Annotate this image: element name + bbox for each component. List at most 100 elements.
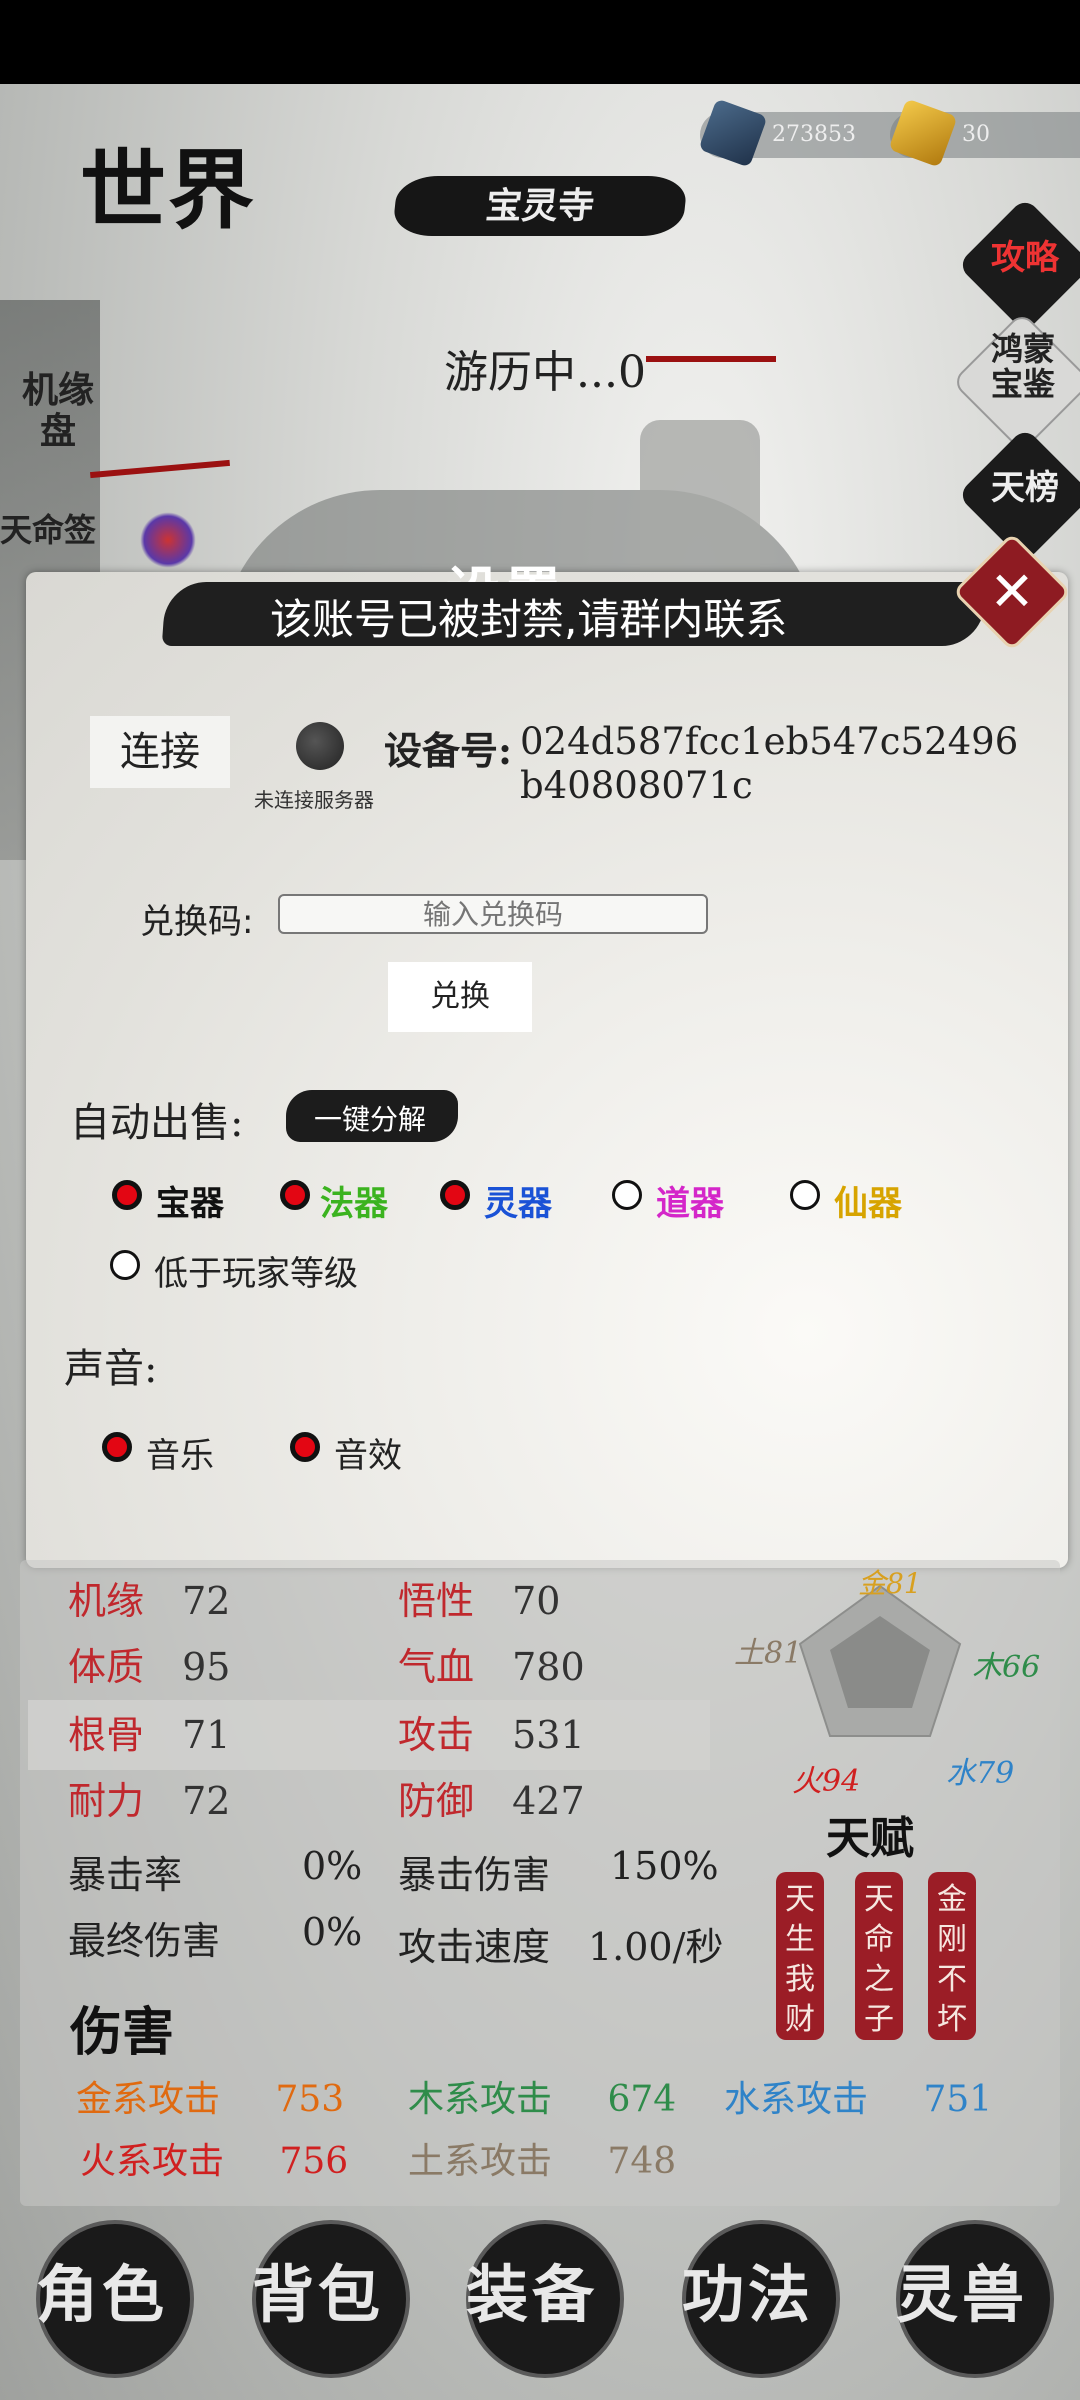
stat-value: 427 bbox=[512, 1779, 585, 1823]
connection-status-icon bbox=[296, 722, 344, 770]
connect-button[interactable]: 连接 bbox=[90, 716, 230, 788]
nav-equipment[interactable]: 装备 bbox=[450, 2220, 630, 2378]
elem-value: 756 bbox=[279, 2141, 349, 2182]
label-baoqi: 宝器 bbox=[156, 1184, 224, 1224]
decompose-button[interactable]: 一键分解 bbox=[286, 1090, 458, 1142]
stat-key: 气血 bbox=[398, 1645, 475, 1689]
stat-key: 耐力 bbox=[68, 1779, 145, 1823]
nav-bag[interactable]: 背包 bbox=[236, 2220, 416, 2378]
elem-water: 水系攻击 751 bbox=[724, 2070, 992, 2122]
label-daoqi: 道器 bbox=[656, 1184, 724, 1224]
elem-earth: 土系攻击 748 bbox=[408, 2132, 676, 2184]
radio-sfx bbox=[290, 1432, 320, 1462]
stat-value: 70 bbox=[512, 1579, 561, 1623]
radio-lingqi bbox=[440, 1180, 470, 1210]
elem-label: 火系攻击 bbox=[80, 2141, 225, 2182]
atk-speed-label: 攻击速度 bbox=[398, 1925, 551, 1969]
beast-sprite bbox=[140, 512, 196, 568]
location-name: 宝灵寺 bbox=[483, 185, 597, 227]
ban-notice: 该账号已被封禁,请群内联系 bbox=[270, 595, 788, 644]
stat-value: 72 bbox=[182, 1579, 231, 1623]
stat-key: 机缘 bbox=[68, 1579, 145, 1623]
close-icon[interactable]: ✕ bbox=[970, 550, 1054, 634]
elem-label: 土系攻击 bbox=[408, 2141, 553, 2182]
guide-label: 攻略 bbox=[991, 238, 1059, 278]
decompose-label: 一键分解 bbox=[314, 1103, 427, 1136]
elem-value: 674 bbox=[607, 2079, 677, 2120]
atk-speed-value: 1.00/秒 bbox=[588, 1925, 724, 1969]
redeem-button[interactable]: 兑换 bbox=[388, 962, 532, 1032]
talent-3[interactable]: 金刚不坏 bbox=[928, 1872, 976, 2040]
nav-bag-label: 背包 bbox=[252, 2258, 385, 2331]
fortune-wheel-label: 机缘盘 bbox=[21, 369, 94, 453]
fortune-wheel-button[interactable]: 机缘盘 bbox=[0, 360, 110, 480]
device-label: 设备号: bbox=[384, 728, 513, 773]
elem-gold: 金系攻击 753 bbox=[76, 2070, 344, 2122]
device-id-1: 024d587fcc1eb547c52496 bbox=[520, 720, 1019, 763]
stat-value: 531 bbox=[512, 1713, 585, 1757]
sound-label: 声音: bbox=[64, 1346, 158, 1392]
elem-value: 751 bbox=[923, 2079, 993, 2120]
stat-value: 780 bbox=[512, 1645, 585, 1689]
nav-skills-label: 功法 bbox=[682, 2258, 815, 2331]
crystal-count: 273853 bbox=[772, 122, 856, 147]
nav-character-label: 角色 bbox=[36, 2258, 169, 2331]
hongmeng-button[interactable]: 鸿蒙宝鉴 bbox=[951, 311, 1080, 453]
stat-jiyuan: 机缘 72 bbox=[68, 1570, 230, 1625]
crit-rate-label: 暴击率 bbox=[68, 1853, 183, 1897]
stat-wuxing: 悟性 70 bbox=[398, 1570, 560, 1625]
stat-gengu: 根骨 71 bbox=[68, 1704, 230, 1759]
stat-value: 95 bbox=[182, 1645, 231, 1689]
guide-button[interactable]: 攻略 bbox=[957, 197, 1080, 333]
final-dmg-label: 最终伤害 bbox=[68, 1919, 221, 1963]
server-status: 未连接服务器 bbox=[254, 788, 374, 812]
damage-title: 伤害 bbox=[70, 2002, 175, 2063]
nav-skills[interactable]: 功法 bbox=[666, 2220, 846, 2378]
stat-tizhi: 体质 95 bbox=[68, 1636, 230, 1691]
radar-water: 水79 bbox=[946, 1756, 1015, 1791]
elem-label: 木系攻击 bbox=[408, 2079, 553, 2120]
rank-button[interactable]: 天榜 bbox=[957, 427, 1080, 563]
progress-line bbox=[646, 356, 776, 362]
radar-fire: 火94 bbox=[792, 1764, 861, 1799]
label-lingqi: 灵器 bbox=[484, 1184, 552, 1224]
label-music: 音乐 bbox=[146, 1436, 214, 1476]
destiny-label: 天命签 bbox=[0, 511, 97, 549]
talent-1[interactable]: 天生我财 bbox=[776, 1872, 824, 2040]
label-sfx: 音效 bbox=[334, 1436, 402, 1476]
redeem-code-input[interactable] bbox=[278, 894, 708, 934]
stat-fangyu: 防御 427 bbox=[398, 1770, 585, 1825]
label-below-level: 低于玩家等级 bbox=[154, 1254, 358, 1294]
crit-dmg-value: 150% bbox=[610, 1844, 719, 1888]
gold-count: 30 bbox=[962, 122, 990, 147]
nav-character[interactable]: 角色 bbox=[20, 2220, 200, 2378]
radio-daoqi bbox=[612, 1180, 642, 1210]
radio-baoqi bbox=[112, 1180, 142, 1210]
location-banner: 宝灵寺 bbox=[391, 176, 689, 236]
stat-key: 根骨 bbox=[68, 1713, 145, 1757]
radio-xianqi bbox=[790, 1180, 820, 1210]
radar-earth: 土81 bbox=[734, 1636, 803, 1671]
stat-naili: 耐力 72 bbox=[68, 1770, 230, 1825]
redeem-label: 兑换码: bbox=[140, 902, 254, 942]
world-title: 世界 bbox=[80, 140, 256, 241]
device-id-2: b40808071c bbox=[520, 764, 753, 807]
stat-key: 防御 bbox=[398, 1779, 475, 1823]
stat-qixue: 气血 780 bbox=[398, 1636, 585, 1691]
destiny-button[interactable]: 天命签 bbox=[0, 500, 110, 570]
elem-label: 水系攻击 bbox=[724, 2079, 869, 2120]
traveling-status: 游历中...0 bbox=[444, 347, 646, 398]
stat-key: 悟性 bbox=[398, 1579, 475, 1623]
label-faqi: 法器 bbox=[320, 1184, 388, 1224]
final-dmg-value: 0% bbox=[302, 1910, 363, 1954]
crit-rate-value: 0% bbox=[302, 1844, 363, 1888]
talent-title: 天赋 bbox=[826, 1813, 914, 1864]
radio-below-level bbox=[110, 1250, 140, 1280]
radio-faqi bbox=[280, 1180, 310, 1210]
nav-pets[interactable]: 灵兽 bbox=[880, 2220, 1060, 2378]
stat-key: 攻击 bbox=[398, 1713, 475, 1757]
crit-dmg-label: 暴击伤害 bbox=[398, 1853, 551, 1897]
talent-2[interactable]: 天命之子 bbox=[855, 1872, 903, 2040]
stat-key: 体质 bbox=[68, 1645, 145, 1689]
label-xianqi: 仙器 bbox=[834, 1184, 902, 1224]
